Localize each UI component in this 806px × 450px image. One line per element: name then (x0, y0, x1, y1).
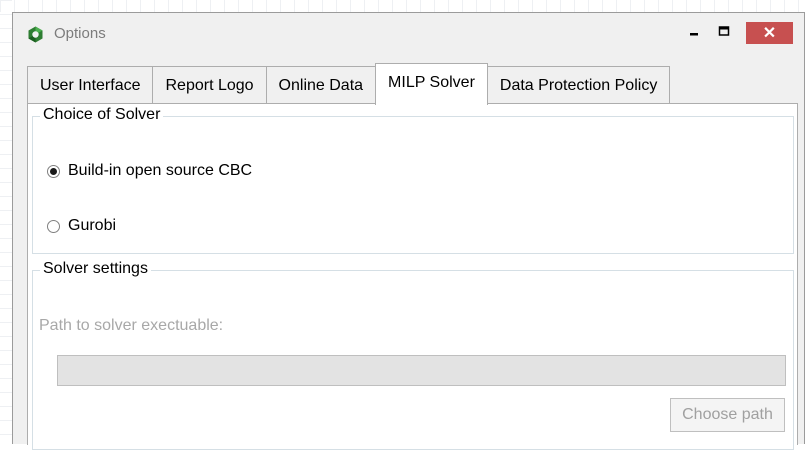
options-window: Options ✕ User Interface Report Logo Onl… (12, 12, 805, 450)
radio-gurobi[interactable]: Gurobi (47, 217, 116, 235)
tab-online-data[interactable]: Online Data (265, 66, 377, 104)
minimize-button[interactable] (681, 22, 707, 44)
radio-button-selected[interactable] (47, 164, 60, 178)
editor-backdrop-left (0, 0, 12, 444)
choice-of-solver-group: Choice of Solver Build-in open source CB… (32, 106, 794, 254)
tab-milp-solver[interactable]: MILP Solver (375, 63, 488, 105)
radio-button-unselected[interactable] (47, 219, 60, 233)
minimize-icon (688, 24, 700, 42)
window-title: Options (54, 25, 106, 42)
tab-strip: User Interface Report Logo Online Data M… (27, 63, 671, 105)
choose-path-button[interactable]: Choose path (670, 398, 785, 432)
radio-cbc[interactable]: Build-in open source CBC (47, 162, 252, 180)
path-to-solver-label: Path to solver exectuable: (39, 317, 224, 334)
app-logo-icon (27, 26, 44, 43)
tab-user-interface[interactable]: User Interface (27, 66, 154, 104)
milp-solver-tab-page: Choice of Solver Build-in open source CB… (27, 103, 798, 450)
title-bar[interactable]: Options ✕ (13, 13, 804, 58)
solver-settings-title: Solver settings (40, 260, 151, 278)
solver-settings-group: Solver settings Path to solver exectuabl… (32, 260, 794, 450)
maximize-icon (718, 24, 730, 42)
close-icon: ✕ (762, 25, 777, 42)
choice-of-solver-title: Choice of Solver (40, 106, 164, 124)
radio-cbc-label[interactable]: Build-in open source CBC (68, 162, 252, 180)
close-button[interactable]: ✕ (746, 22, 793, 44)
tab-report-logo[interactable]: Report Logo (152, 66, 267, 104)
tab-data-protection-policy[interactable]: Data Protection Policy (486, 66, 671, 104)
radio-gurobi-label[interactable]: Gurobi (68, 217, 116, 235)
solver-path-input[interactable] (57, 355, 786, 386)
maximize-button[interactable] (711, 22, 737, 44)
